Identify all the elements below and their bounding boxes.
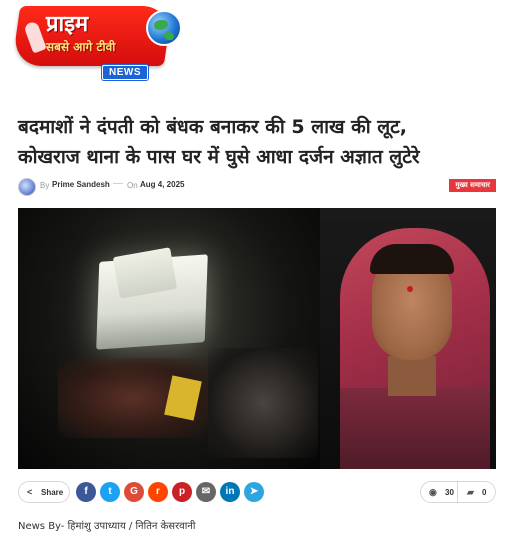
twitter-icon[interactable]: t [100,482,120,502]
views-count: 30 [445,488,454,497]
share-bar: < Share f t G r p ✉ in ➤ ◉ 30 ▰ 0 [18,481,496,503]
share-icon: < [27,487,33,497]
scattered-items-right [208,348,318,458]
headline-line-2: कोखराज थाना के पास घर में घुसे आधा दर्जन… [18,146,420,168]
globe-icon [146,10,182,46]
headline-line-1: बदमाशों ने दंपती को बंधक बनाकर की 5 लाख … [18,116,407,138]
person-neck [388,356,436,396]
comment-icon: ▰ [467,487,474,497]
article-meta: By Prime Sandesh — On Aug 4, 2025 मुख्य … [18,178,496,196]
logo-news-badge: NEWS [102,65,148,80]
author-avatar[interactable] [18,178,36,196]
facebook-icon[interactable]: f [76,482,96,502]
views-counter: ◉ 30 [420,481,458,503]
category-badge[interactable]: मुख्य समाचार [449,179,496,192]
share-label: Share [41,488,64,497]
share-button[interactable]: < Share [18,481,70,503]
article-headline: बदमाशों ने दंपती को बंधक बनाकर की 5 लाख … [18,112,496,172]
on-label: On [127,181,138,190]
linkedin-icon[interactable]: in [220,482,240,502]
eye-icon: ◉ [429,487,437,497]
news-byline: News By- हिमांशु उपाध्याय / नितिन केसरवा… [18,521,196,532]
person-body [340,388,490,469]
pinterest-icon[interactable]: p [172,482,192,502]
publish-date: Aug 4, 2025 [140,180,185,189]
logo-title: प्राइम [46,12,89,37]
google-icon[interactable]: G [124,482,144,502]
featured-image [18,208,496,469]
by-label: By [40,181,50,190]
crime-scene-photo [18,208,320,469]
victim-photo [320,208,496,469]
comments-count: 0 [482,488,487,497]
comments-counter[interactable]: ▰ 0 [458,481,496,503]
bindi [407,286,413,292]
site-logo[interactable]: प्राइम सबसे आगे टीवी NEWS [11,6,186,80]
logo-tagline: सबसे आगे टीवी [46,40,116,54]
telegram-icon[interactable]: ➤ [244,482,264,502]
email-icon[interactable]: ✉ [196,482,216,502]
reddit-icon[interactable]: r [148,482,168,502]
author-link[interactable]: Prime Sandesh [52,180,110,189]
person-hair [370,244,454,274]
meta-separator: — [113,178,123,189]
